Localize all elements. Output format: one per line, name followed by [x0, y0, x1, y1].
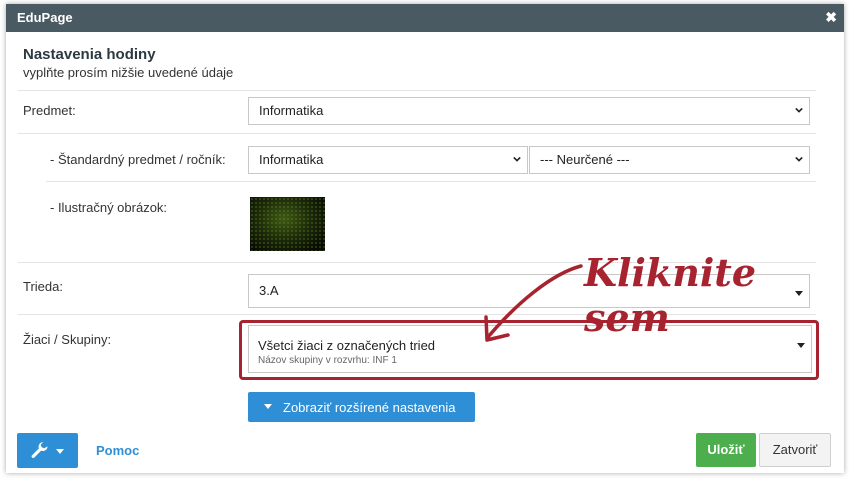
annotation-text: Kliknite sem: [584, 250, 757, 340]
wrench-icon: [31, 442, 48, 458]
caret-down-icon: [264, 404, 272, 409]
lesson-settings-dialog: EduPage ✖ Nastavenia hodiny vyplňte pros…: [6, 4, 844, 473]
close-button[interactable]: Zatvoriť: [759, 433, 831, 467]
tools-button[interactable]: [17, 433, 78, 468]
save-button[interactable]: Uložiť: [696, 433, 756, 467]
show-advanced-button[interactable]: Zobraziť rozšírené nastavenia: [248, 392, 475, 422]
help-link[interactable]: Pomoc: [96, 443, 139, 458]
show-advanced-label: Zobraziť rozšírené nastavenia: [283, 400, 456, 415]
caret-down-icon: [56, 449, 64, 454]
